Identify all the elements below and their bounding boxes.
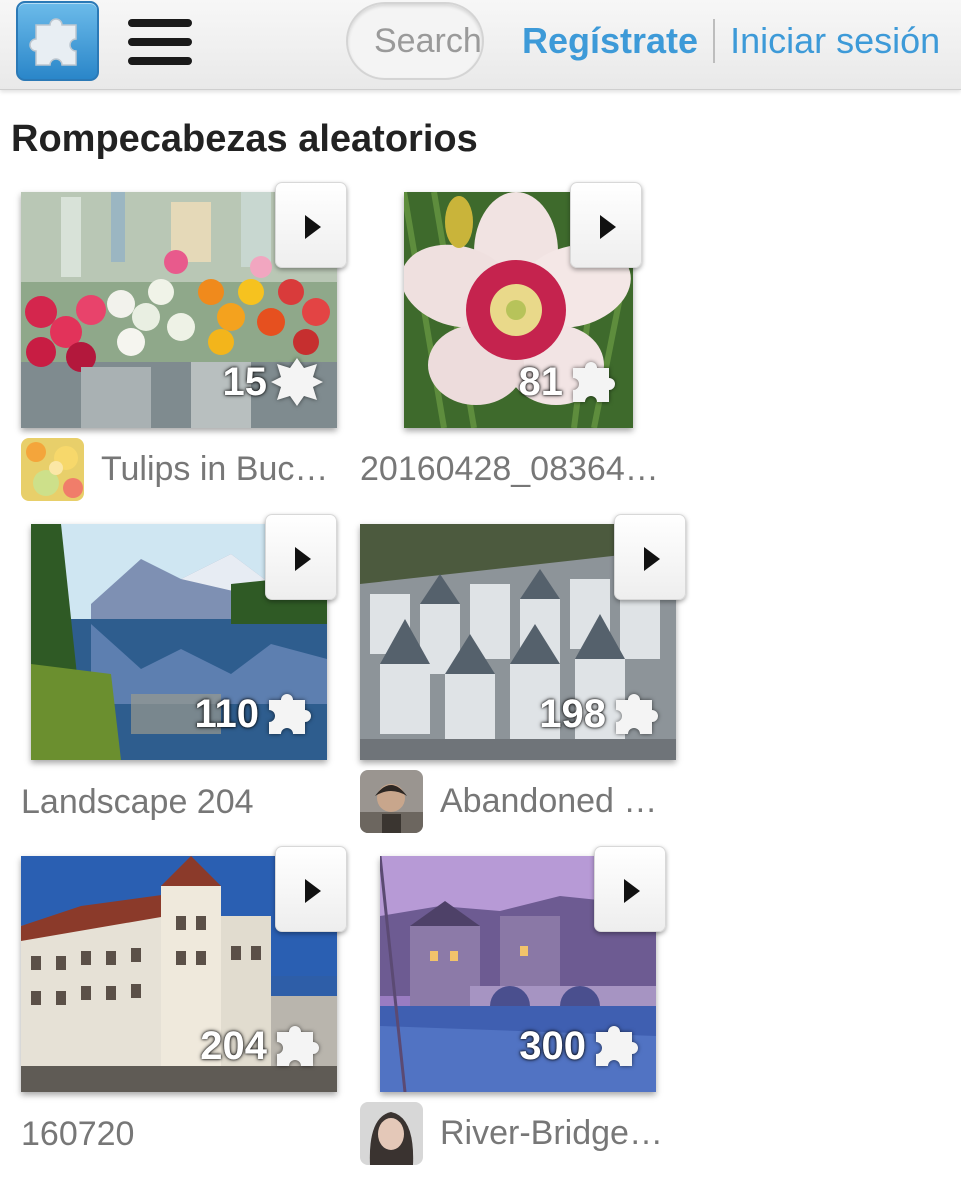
play-button[interactable] <box>614 514 686 600</box>
play-icon <box>644 547 660 571</box>
play-icon <box>600 215 616 239</box>
puzzle-caption[interactable]: Abandoned … <box>360 769 670 833</box>
logo-puzzle-icon[interactable] <box>16 1 99 81</box>
puzzle-caption[interactable]: River-Bridge… <box>360 1101 680 1165</box>
play-icon <box>305 215 321 239</box>
section-title: Rompecabezas aleatorios <box>11 118 478 160</box>
puzzle-caption[interactable]: Tulips in Buc… <box>21 437 341 501</box>
play-button[interactable] <box>265 514 337 600</box>
puzzle-piece-icon <box>277 1026 319 1066</box>
puzzle-piece-icon <box>596 1026 638 1066</box>
play-icon <box>624 879 640 903</box>
piece-count: 81 <box>519 356 620 408</box>
puzzle-title: Tulips in Buc… <box>101 449 329 488</box>
top-bar: Regístrate Iniciar sesión <box>0 0 961 90</box>
play-button[interactable] <box>275 846 347 932</box>
register-link[interactable]: Regístrate <box>522 20 698 62</box>
hamburger-menu-icon[interactable] <box>128 19 192 65</box>
play-button[interactable] <box>570 182 642 268</box>
puzzle-piece-icon <box>573 362 615 402</box>
puzzle-piece-icon <box>269 694 311 734</box>
avatar <box>21 437 84 501</box>
puzzle-title: Landscape 204 <box>21 782 254 821</box>
play-button[interactable] <box>594 846 666 932</box>
puzzle-title: 20160428_08364… <box>360 449 659 488</box>
avatar <box>360 769 423 833</box>
puzzle-piece-icon <box>271 358 323 406</box>
auth-links: Regístrate Iniciar sesión <box>522 18 940 64</box>
login-link[interactable]: Iniciar sesión <box>730 20 940 62</box>
piece-count: 15 <box>223 356 323 408</box>
search-input[interactable] <box>346 2 484 80</box>
puzzle-title: 160720 <box>21 1114 135 1153</box>
puzzle-piece-icon <box>616 694 658 734</box>
avatar <box>360 1101 423 1165</box>
piece-count: 300 <box>519 1020 642 1072</box>
piece-count: 198 <box>539 688 662 740</box>
play-button[interactable] <box>275 182 347 268</box>
play-icon <box>305 879 321 903</box>
play-icon <box>295 547 311 571</box>
auth-divider <box>713 19 716 63</box>
puzzle-caption[interactable]: Landscape 204 <box>21 770 341 834</box>
puzzle-caption[interactable]: 20160428_08364… <box>360 437 670 501</box>
puzzle-title: Abandoned … <box>440 781 658 820</box>
piece-count: 204 <box>200 1020 323 1072</box>
piece-count: 110 <box>194 688 315 740</box>
puzzle-caption[interactable]: 160720 <box>21 1102 341 1166</box>
puzzle-title: River-Bridge… <box>440 1113 663 1152</box>
